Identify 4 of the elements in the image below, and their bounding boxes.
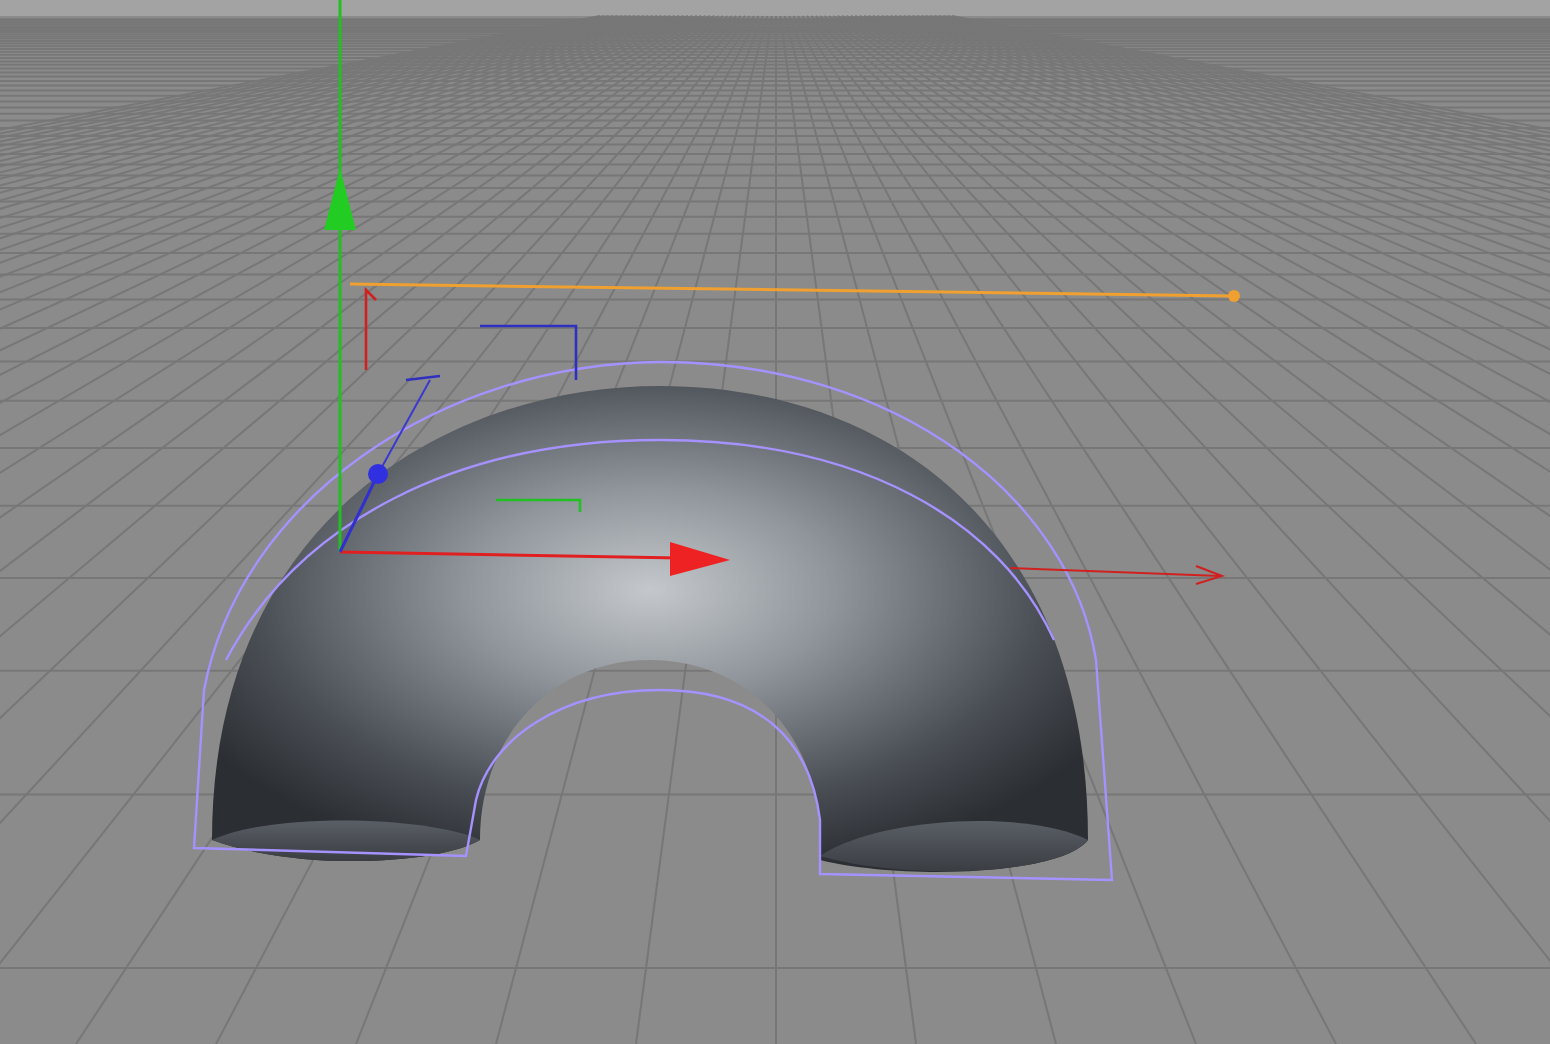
x-axis-arrow[interactable]	[339, 542, 730, 576]
rotation-handle-drawing[interactable]	[364, 286, 582, 512]
y-axis-arrow[interactable]	[324, 0, 356, 552]
z-axis-handle[interactable]	[338, 379, 431, 553]
